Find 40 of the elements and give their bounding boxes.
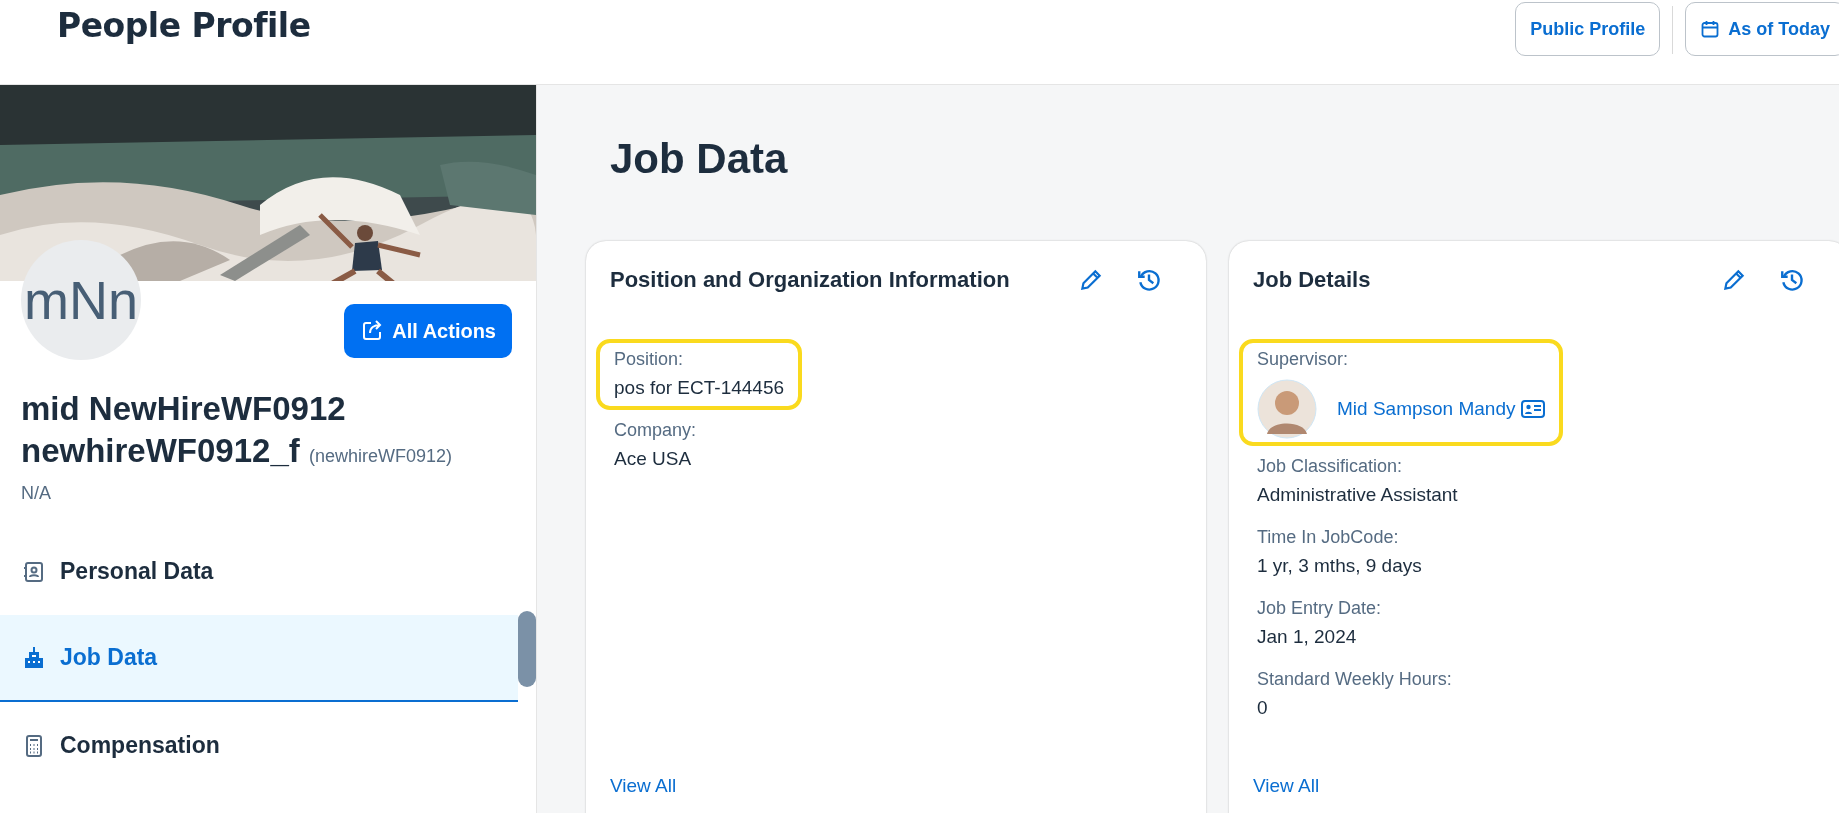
section-heading: Job Data — [610, 135, 789, 184]
nav-item[interactable]: Job Data — [0, 615, 518, 702]
username: (newhireWF0912) — [308, 446, 452, 466]
field-label: Standard Weekly Hours: — [1257, 668, 1452, 691]
edit-icon[interactable] — [1078, 267, 1104, 293]
field-value: 1 yr, 3 mths, 9 days — [1257, 554, 1422, 578]
field-value: Ace USA — [614, 447, 693, 471]
field-label: Job Classification: — [1257, 455, 1404, 478]
field-label: Time In JobCode: — [1257, 526, 1400, 549]
history-icon[interactable] — [1779, 267, 1805, 293]
date-button[interactable]: As of Today — [1685, 2, 1839, 56]
field-value: Jan 1, 2024 — [1257, 625, 1358, 649]
all-actions-button[interactable]: All Actions — [344, 304, 512, 358]
field-label: Position: — [614, 348, 685, 371]
field-label: Company: — [614, 419, 697, 442]
employee-name: mid NewHireWF0912 newhireWF0912_f (newhireWF0912) — [21, 389, 453, 471]
supervisor-link[interactable]: Mid Sampson Mandy — [1337, 398, 1516, 420]
view-all-link[interactable]: View All — [1253, 775, 1825, 797]
person-photo — [1257, 379, 1317, 439]
avatar: mNn — [21, 240, 141, 360]
contact-card-icon — [22, 559, 46, 584]
history-icon[interactable] — [1136, 267, 1162, 293]
field-label: Job Entry Date: — [1257, 597, 1382, 620]
nav-item[interactable]: Compensation — [0, 702, 518, 789]
scrollbar-thumb[interactable] — [518, 611, 536, 687]
card-title: Position and Organization Information — [610, 267, 1011, 293]
field-value: Administrative Assistant — [1257, 483, 1458, 507]
nav-item[interactable]: Personal Data — [0, 528, 518, 615]
building-icon — [22, 645, 46, 670]
public-profile-button[interactable]: Public Profile — [1515, 2, 1661, 56]
id-card-icon[interactable] — [1521, 400, 1546, 418]
card-title: Job Details — [1253, 267, 1372, 293]
calendar-icon — [1700, 19, 1721, 39]
view-all-link[interactable]: View All — [610, 775, 1182, 797]
field-value: 0 — [1257, 696, 1269, 720]
edit-icon[interactable] — [1721, 267, 1747, 293]
field-value: pos for ECT-144456 — [614, 376, 785, 400]
field-label: Supervisor: — [1257, 348, 1350, 371]
employee-subtitle: N/A — [21, 483, 52, 504]
page-title: People Profile — [57, 6, 311, 45]
